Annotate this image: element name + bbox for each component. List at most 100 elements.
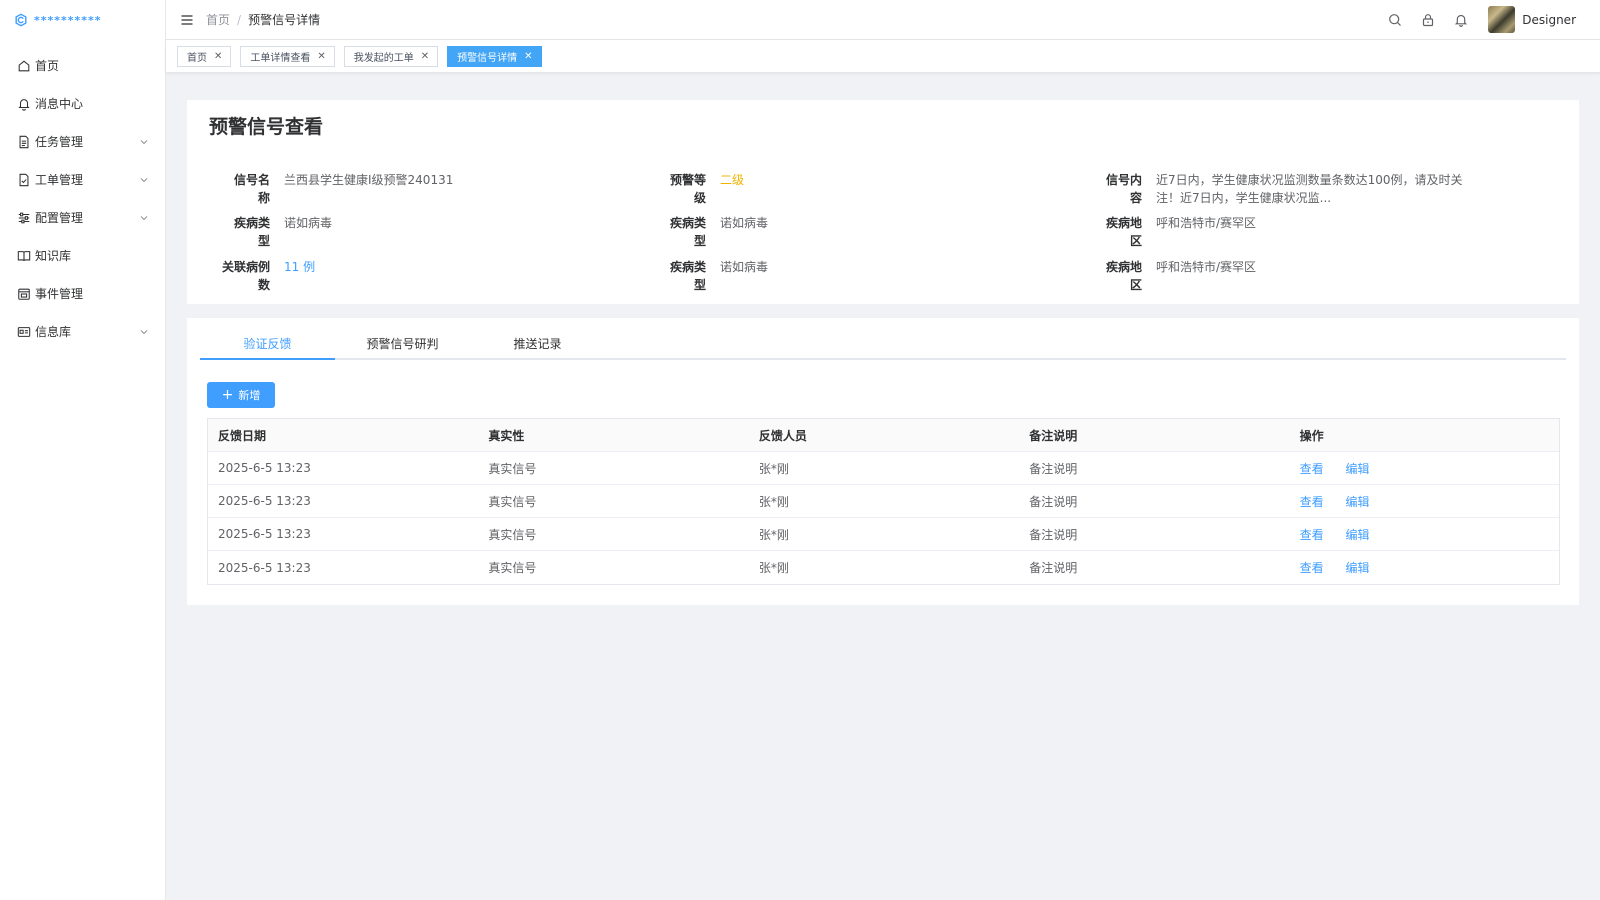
table-row: 2025-6-5 13:23 真实信号 张*刚 备注说明 查看 编辑 [208, 518, 1559, 551]
table-header: 反馈日期 真实性 反馈人员 备注说明 操作 [208, 419, 1559, 452]
field-disease-type: 疾病类型 诺如病毒 [227, 214, 332, 250]
cell-remark: 备注说明 [1029, 494, 1078, 509]
field-label: 信号内容 [1105, 173, 1142, 205]
table-row: 2025-6-5 13:23 真实信号 张*刚 备注说明 查看 编辑 [208, 551, 1559, 584]
sidebar-item-events[interactable]: 事件管理 [0, 275, 165, 312]
edit-link[interactable]: 编辑 [1345, 528, 1369, 542]
logo[interactable]: ********** [0, 0, 165, 40]
column-header[interactable]: 反馈日期 [208, 427, 478, 444]
tabs: 验证反馈 预警信号研判 推送记录 [200, 330, 1566, 360]
sidebar-item-messages[interactable]: 消息中心 [0, 85, 165, 122]
column-header: 操作 [1299, 428, 1324, 443]
cell-authenticity: 真实信号 [488, 494, 537, 509]
tag-warning-signal-detail[interactable]: 预警信号详情 ✕ [447, 45, 542, 67]
breadcrumb: 首页 / 预警信号详情 [206, 11, 320, 28]
close-icon[interactable]: ✕ [421, 51, 429, 62]
book-icon [17, 250, 31, 261]
username[interactable]: Designer [1522, 13, 1576, 27]
cell-person: 张*刚 [758, 494, 789, 509]
field-disease-type: 疾病类型 诺如病毒 [663, 258, 768, 294]
top-header: 首页 / 预警信号详情 Designer [166, 0, 1600, 40]
view-link[interactable]: 查看 [1300, 561, 1324, 575]
hamburger-icon[interactable] [180, 13, 194, 27]
warning-level-value: 二级 [720, 173, 745, 187]
tab-signal-assessment[interactable]: 预警信号研判 [335, 330, 470, 358]
cell-date: 2025-6-5 13:23 [218, 527, 311, 541]
signal-detail-card: 预警信号查看 信号名称 兰西县学生健康I级预警240131 预警等级 二级 信号… [187, 100, 1579, 304]
tag-workorder-detail[interactable]: 工单详情查看 ✕ [240, 45, 335, 67]
cell-authenticity: 真实信号 [488, 527, 537, 542]
breadcrumb-separator: / [237, 12, 242, 27]
bell-icon [18, 98, 30, 111]
chevron-down-icon [140, 215, 148, 220]
field-value: 呼和浩特市/赛罕区 [1156, 216, 1257, 230]
logo-icon [15, 13, 27, 27]
sidebar-item-label: 工单管理 [35, 173, 84, 187]
search-icon[interactable] [1388, 13, 1402, 27]
breadcrumb-current: 预警信号详情 [248, 13, 321, 27]
field-value: 诺如病毒 [720, 260, 769, 274]
cell-date: 2025-6-5 13:23 [218, 494, 311, 508]
cell-actions: 查看 编辑 [1290, 460, 1559, 477]
sidebar-item-home[interactable]: 首页 [0, 47, 165, 84]
view-link[interactable]: 查看 [1300, 528, 1324, 542]
tag-label: 首页 [187, 52, 207, 64]
field-label: 信号名称 [233, 173, 270, 205]
sidebar-item-knowledge[interactable]: 知识库 [0, 237, 165, 274]
edit-link[interactable]: 编辑 [1345, 561, 1369, 575]
close-icon[interactable]: ✕ [524, 51, 532, 62]
sidebar-item-config[interactable]: 配置管理 [0, 199, 165, 236]
sidebar-item-label: 配置管理 [35, 211, 84, 225]
field-label: 关联病例数 [221, 260, 270, 292]
field-disease-area: 疾病地区 呼和浩特市/赛罕区 [1099, 214, 1256, 250]
tag-label: 我发起的工单 [353, 52, 414, 64]
bell-icon[interactable] [1454, 13, 1468, 27]
tab-push-records[interactable]: 推送记录 [470, 330, 605, 358]
cell-actions: 查看 编辑 [1290, 526, 1559, 543]
edit-link[interactable]: 编辑 [1345, 495, 1369, 509]
column-header[interactable]: 反馈人员 [749, 427, 1019, 444]
column-header[interactable]: 真实性 [478, 427, 748, 444]
field-value: 诺如病毒 [284, 216, 333, 230]
sidebar: ********** 首页 消息中心 任务管理 工单管理 配置管理 知识库 事件… [0, 0, 166, 900]
tag-my-workorders[interactable]: 我发起的工单 ✕ [343, 45, 439, 67]
cell-remark: 备注说明 [1029, 461, 1078, 476]
close-icon[interactable]: ✕ [317, 51, 325, 62]
related-cases-link[interactable]: 11 例 [284, 258, 315, 294]
cell-person: 张*刚 [758, 461, 789, 476]
add-button[interactable]: + 新增 [207, 382, 275, 408]
field-label: 疾病类型 [669, 216, 706, 248]
lock-icon[interactable] [1421, 13, 1435, 27]
view-link[interactable]: 查看 [1300, 462, 1324, 476]
close-icon[interactable]: ✕ [214, 51, 222, 62]
sidebar-item-tasks[interactable]: 任务管理 [0, 123, 165, 160]
table-row: 2025-6-5 13:23 真实信号 张*刚 备注说明 查看 编辑 [208, 485, 1559, 518]
field-label: 疾病地区 [1105, 260, 1142, 292]
tag-label: 工单详情查看 [250, 52, 311, 64]
document-icon [19, 135, 29, 148]
tab-verification-feedback[interactable]: 验证反馈 [200, 330, 335, 360]
field-value: 近7日内，学生健康状况监测数量条数达100例，请及时关注！近7日内，学生健康状况… [1156, 173, 1463, 205]
field-label: 疾病地区 [1105, 216, 1142, 248]
sliders-icon [18, 212, 30, 223]
tag-home[interactable]: 首页 ✕ [177, 45, 232, 67]
edit-link[interactable]: 编辑 [1345, 462, 1369, 476]
column-header[interactable]: 备注说明 [1019, 427, 1289, 444]
sidebar-item-label: 首页 [35, 59, 60, 73]
avatar[interactable] [1488, 6, 1516, 33]
page-title: 预警信号查看 [209, 116, 324, 138]
field-related-cases: 关联病例数 11 例 [216, 258, 315, 294]
cell-authenticity: 真实信号 [488, 461, 537, 476]
sidebar-item-workorders[interactable]: 工单管理 [0, 161, 165, 198]
breadcrumb-home[interactable]: 首页 [206, 11, 230, 28]
field-label: 预警等级 [669, 173, 706, 205]
field-signal-content: 信号内容 近7日内，学生健康状况监测数量条数达100例，请及时关注！近7日内，学… [1099, 171, 1486, 207]
field-label: 疾病类型 [669, 260, 706, 292]
sidebar-item-label: 事件管理 [35, 287, 84, 301]
table-row: 2025-6-5 13:23 真实信号 张*刚 备注说明 查看 编辑 [208, 452, 1559, 485]
field-disease-area: 疾病地区 呼和浩特市/赛罕区 [1099, 258, 1256, 294]
view-link[interactable]: 查看 [1300, 495, 1324, 509]
field-value: 呼和浩特市/赛罕区 [1156, 260, 1257, 274]
sidebar-item-label: 知识库 [35, 249, 72, 263]
sidebar-item-infobase[interactable]: 信息库 [0, 313, 165, 350]
